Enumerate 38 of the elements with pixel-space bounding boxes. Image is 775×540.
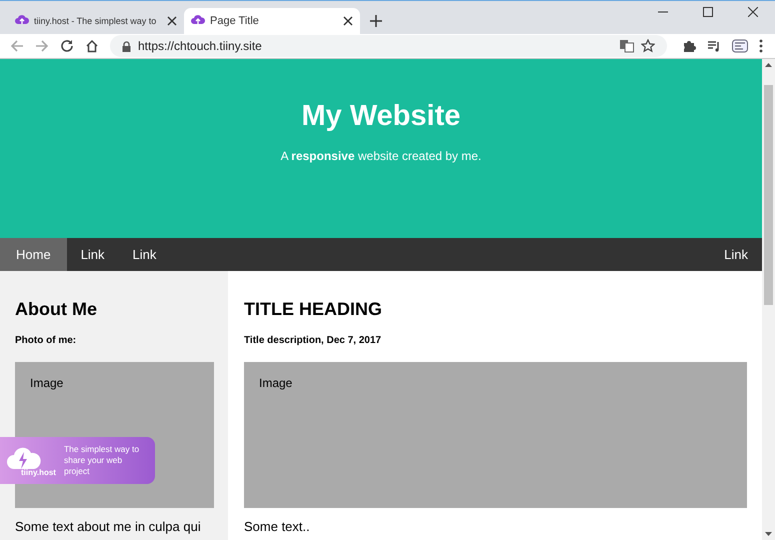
scrollbar[interactable] <box>762 59 775 540</box>
close-icon[interactable] <box>343 16 353 26</box>
more-icon[interactable] <box>759 39 763 53</box>
nav-link[interactable]: Link <box>66 238 119 271</box>
lock-icon <box>122 40 131 52</box>
newspaper-icon[interactable] <box>732 39 748 53</box>
browser-tab[interactable]: tiiny.host - The simplest way to <box>8 8 184 34</box>
brand-name: tiiny.host <box>21 468 56 476</box>
star-icon[interactable] <box>641 39 655 53</box>
image-label: Image <box>259 376 292 390</box>
nav-link[interactable]: Home <box>0 238 67 271</box>
promo-badge[interactable]: tiiny.host The simplest way to share your web project <box>0 437 155 484</box>
image-label: Image <box>30 376 64 390</box>
sidebar-subheading: Photo of me: <box>15 335 78 346</box>
body-text: Some text.. <box>244 519 311 534</box>
post-subheading: Title description, Dec 7, 2017 <box>244 335 382 346</box>
nav-link[interactable]: Link <box>710 238 762 271</box>
translate-icon[interactable] <box>620 39 634 53</box>
close-icon[interactable] <box>748 7 758 17</box>
scroll-up-icon[interactable] <box>765 63 772 67</box>
tagline: A responsive website created by me. <box>280 149 482 163</box>
browser-tab[interactable]: Page Title <box>184 8 360 34</box>
scroll-thumb[interactable] <box>764 85 773 305</box>
post-heading: TITLE HEADING <box>244 299 383 320</box>
playlist-icon[interactable] <box>707 39 721 53</box>
sidebar-heading: About Me <box>15 299 98 320</box>
scroll-down-icon[interactable] <box>765 532 772 536</box>
site-title: My Website <box>300 100 462 133</box>
maximize-icon[interactable] <box>703 7 713 17</box>
home-icon[interactable] <box>85 39 99 53</box>
new-tab-icon[interactable] <box>370 15 382 27</box>
address-bar[interactable]: https://chtouch.tiiny.site <box>110 35 667 57</box>
nav-link[interactable]: Link <box>118 238 170 271</box>
reload-icon[interactable] <box>60 39 74 53</box>
puzzle-icon[interactable] <box>682 39 696 53</box>
body-text: Some text about me in culpa qui <box>15 519 202 534</box>
promo-text: The simplest way to share your web project <box>64 444 140 477</box>
close-icon[interactable] <box>167 16 177 26</box>
